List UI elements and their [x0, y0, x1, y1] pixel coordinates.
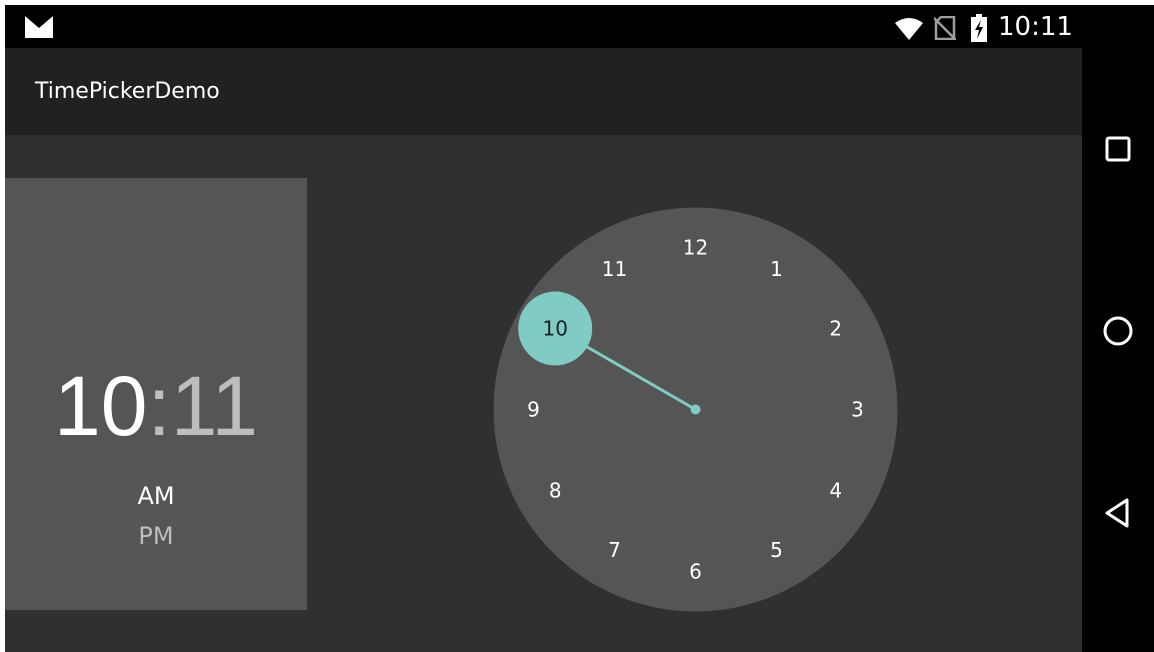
clock-number-8[interactable]: 8	[549, 479, 562, 503]
app-bar: TimePickerDemo	[5, 48, 1082, 135]
navigation-bar	[1082, 5, 1154, 652]
pm-label[interactable]: PM	[5, 521, 307, 551]
back-icon[interactable]	[1098, 493, 1138, 533]
recents-icon[interactable]	[1098, 129, 1138, 169]
clock-number-9[interactable]: 9	[527, 398, 540, 422]
time-display: 10:11	[5, 358, 307, 454]
clock-number-3[interactable]: 3	[851, 398, 864, 422]
clock-face[interactable]: 121234567891011	[493, 207, 898, 612]
status-bar: 10:11	[5, 5, 1082, 48]
clock-number-6[interactable]: 6	[689, 560, 702, 584]
am-label[interactable]: AM	[5, 481, 307, 511]
clock-number-11[interactable]: 11	[602, 257, 627, 281]
home-icon[interactable]	[1098, 311, 1138, 351]
minute-display[interactable]: 11	[171, 359, 258, 453]
time-picker-content: 10:11 AM PM 12 1 2 3 4 5 6 7 8 9 10 11	[5, 135, 1082, 652]
wifi-icon	[895, 18, 923, 40]
no-sim-icon	[934, 16, 956, 40]
clock-number-10[interactable]: 10	[542, 317, 567, 341]
app-logo-icon	[25, 16, 53, 38]
clock-number-1[interactable]: 1	[770, 257, 783, 281]
hour-display[interactable]: 10	[54, 359, 147, 453]
status-time: 10:11	[998, 12, 1073, 42]
clock-number-12[interactable]: 12	[683, 236, 708, 260]
clock-number-7[interactable]: 7	[608, 538, 621, 562]
time-separator: :	[147, 359, 171, 453]
clock-number-5[interactable]: 5	[770, 538, 783, 562]
clock-center-dot	[690, 404, 701, 415]
battery-charging-icon	[971, 14, 987, 42]
clock-number-2[interactable]: 2	[829, 317, 842, 341]
device-screen: 10:11 TimePickerDemo 10:11 AM PM 12 1 2 3 4 5…	[5, 5, 1154, 652]
time-header-panel: 10:11 AM PM	[5, 178, 307, 610]
app-title: TimePickerDemo	[35, 79, 220, 104]
clock-number-4[interactable]: 4	[829, 479, 842, 503]
